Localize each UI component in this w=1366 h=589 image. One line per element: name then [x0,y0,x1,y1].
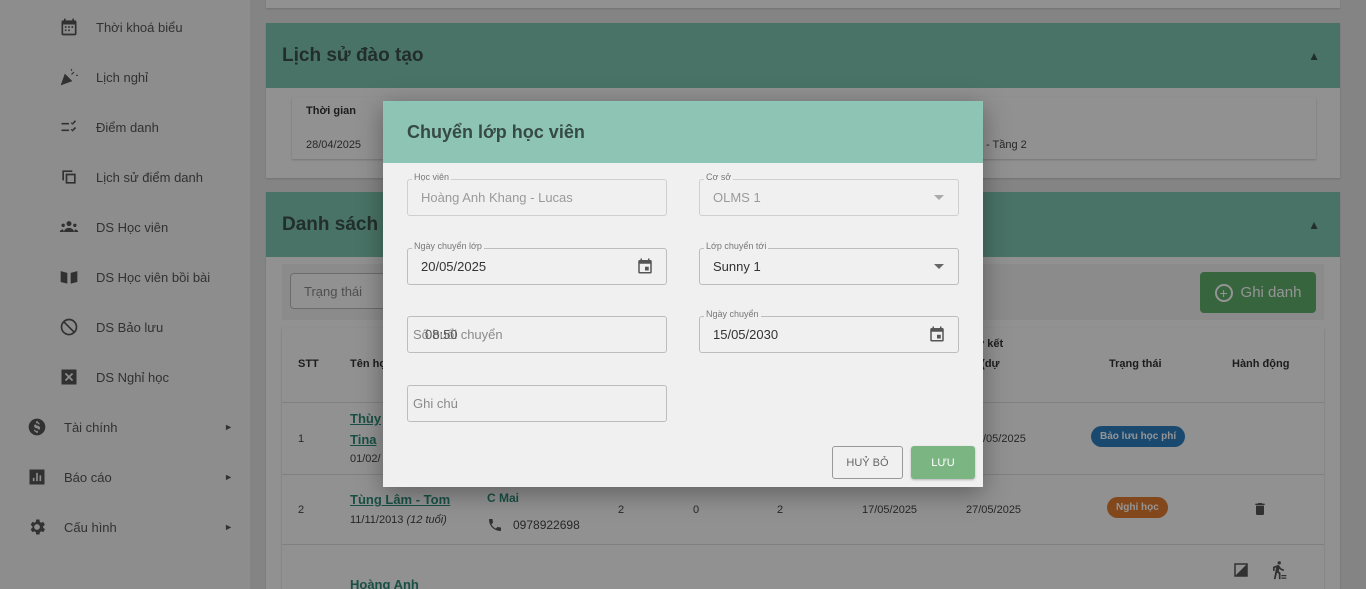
calendar-icon[interactable] [636,257,654,275]
calendar-icon[interactable] [928,325,946,343]
transfer-date-field[interactable]: Ngày chuyển lớp 20/05/2025 [407,241,667,285]
move-date-label: Ngày chuyển [704,309,761,319]
transfer-class-dialog: Chuyển lớp học viên Học viên Hoàng Anh K… [383,101,983,487]
transfer-date-label: Ngày chuyển lớp [412,241,484,251]
student-field-label: Học viên [412,172,452,182]
save-button[interactable]: LƯU [911,446,975,479]
target-class-value: Sunny 1 [713,259,761,274]
note-input[interactable]: Ghi chú [407,385,667,422]
student-field-value: Hoàng Anh Khang - Lucas [421,190,573,205]
branch-select: Cơ sở OLMS 1 [699,172,959,216]
move-date-value: 15/05/2030 [713,327,779,342]
dialog-title: Chuyển lớp học viên [407,121,585,142]
cancel-button[interactable]: HUỶ BỎ [832,446,903,479]
dropdown-arrow-icon [934,195,944,200]
dialog-header: Chuyển lớp học viên [383,101,983,163]
note-placeholder: Ghi chú [413,396,458,411]
sessions-input[interactable]: Số buổi chuyển 08:50 [407,316,667,353]
branch-select-value: OLMS 1 [713,190,761,205]
sessions-overlap-value: 08:50 [425,327,458,342]
target-class-label: Lớp chuyển tới [704,241,769,251]
transfer-date-value: 20/05/2025 [421,259,487,274]
target-class-select[interactable]: Lớp chuyển tới Sunny 1 [699,241,959,285]
move-date-field[interactable]: Ngày chuyển 15/05/2030 [699,309,959,353]
branch-select-label: Cơ sở [704,172,734,182]
student-field: Học viên Hoàng Anh Khang - Lucas [407,172,667,216]
dropdown-arrow-icon [934,264,944,269]
